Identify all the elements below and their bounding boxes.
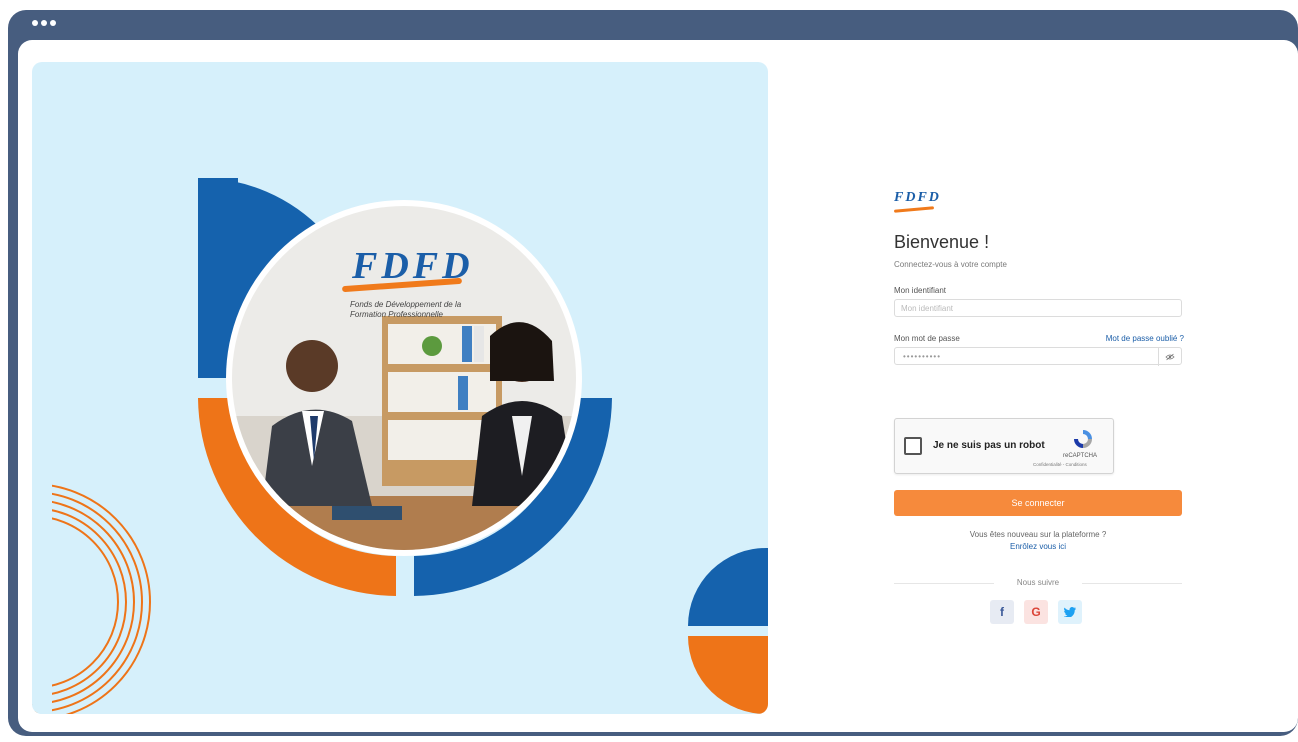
recaptcha-label: Je ne suis pas un robot [933,440,1045,451]
recaptcha-brand: reCAPTCHA [1063,453,1098,459]
eye-slash-icon [1165,353,1175,361]
window-dot [41,20,47,26]
enroll-link[interactable]: Enrôlez vous ici [894,542,1182,551]
brand-swoosh-shape [893,206,935,213]
recaptcha-widget: Je ne suis pas un robot reCAPTCHA Confid… [894,418,1114,474]
recaptcha-links[interactable]: Confidentialité - Conditions [1033,462,1087,467]
password-field[interactable]: •••••••••• [894,347,1182,366]
password-label: Mon mot de passe [894,334,960,343]
hero-photo: FDFD Fonds de Développement de la Format… [232,206,576,550]
orange-half-circle-shape [688,636,768,714]
page-viewport: FDFD Fonds de Développement de la Format… [18,40,1298,732]
window-dot [32,20,38,26]
logo-tagline: Fonds de Développement de la Formation P… [350,300,462,319]
window-dot [50,20,56,26]
window-titlebar [8,10,1298,40]
recaptcha-icon [1074,430,1092,448]
brand-logo: FDFD [894,190,941,205]
username-label: Mon identifiant [894,286,947,295]
username-input[interactable] [894,299,1182,317]
facebook-icon[interactable]: f [990,600,1014,624]
window-dots[interactable] [32,20,56,26]
blue-half-circle-shape [688,547,768,626]
follow-divider: Nous suivre [894,578,1182,588]
password-mask: •••••••••• [903,352,942,361]
twitter-bird-icon [1064,607,1076,617]
login-button[interactable]: Se connecter [894,490,1182,516]
new-user-text: Vous êtes nouveau sur la plateforme ? [969,530,1107,539]
forgot-password-link[interactable]: Mot de passe oublié ? [1106,334,1184,343]
page-title: Bienvenue ! [894,232,990,252]
recaptcha-checkbox[interactable] [904,437,922,455]
browser-window-frame: FDFD Fonds de Développement de la Format… [8,10,1298,736]
divider-line [1082,583,1182,584]
social-links: f G [990,600,1082,624]
google-icon[interactable]: G [1024,600,1048,624]
twitter-icon[interactable] [1058,600,1082,624]
page-subtitle: Connectez-vous à votre compte [894,260,1007,269]
hero-panel: FDFD Fonds de Développement de la Format… [32,62,768,714]
toggle-password-visibility[interactable] [1158,348,1181,366]
